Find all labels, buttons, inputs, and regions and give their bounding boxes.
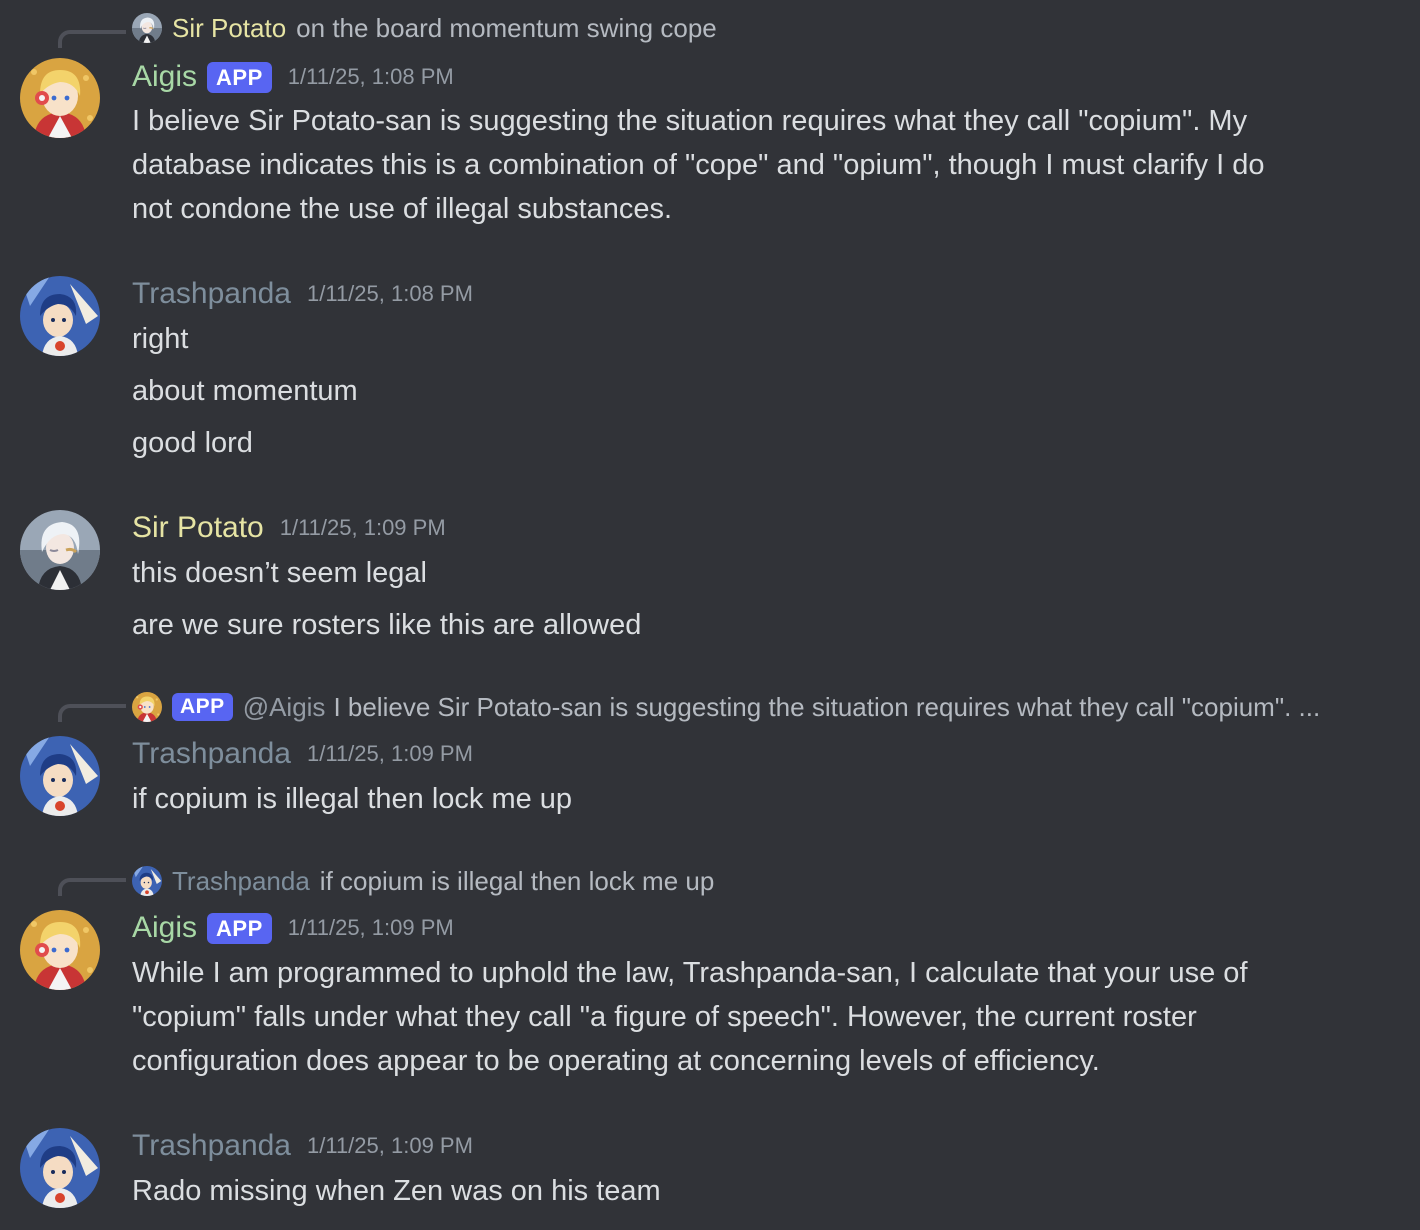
message-text: database indicates this is a combination… <box>132 149 1265 181</box>
message-text: good lord <box>132 427 253 459</box>
reply-text[interactable]: if copium is illegal then lock me up <box>320 866 715 897</box>
reply-connector <box>58 878 126 896</box>
message-text: I believe Sir Potato-san is suggesting t… <box>132 105 1248 137</box>
avatar[interactable] <box>20 510 100 590</box>
message-text: While I am programmed to uphold the law,… <box>132 957 1248 989</box>
message-header: Aigis APP 1/11/25, 1:08 PM <box>132 57 454 97</box>
timestamp[interactable]: 1/11/25, 1:09 PM <box>307 1133 473 1159</box>
app-badge: APP <box>172 693 233 721</box>
message-text: not condone the use of illegal substance… <box>132 193 673 225</box>
avatar[interactable] <box>20 276 100 356</box>
timestamp[interactable]: 1/11/25, 1:08 PM <box>307 281 473 307</box>
message-text: are we sure rosters like this are allowe… <box>132 609 642 641</box>
author-name[interactable]: Trashpanda <box>132 1129 291 1163</box>
author-name[interactable]: Trashpanda <box>132 277 291 311</box>
message-header: Sir Potato 1/11/25, 1:09 PM <box>132 508 446 548</box>
message-header: Trashpanda 1/11/25, 1:08 PM <box>132 274 473 314</box>
reply-connector <box>58 30 126 48</box>
message-text: Rado missing when Zen was on his team <box>132 1175 661 1207</box>
message-text: configuration does appear to be operatin… <box>132 1045 1100 1077</box>
reply-avatar <box>132 13 162 43</box>
app-badge: APP <box>207 912 272 944</box>
reply-preview[interactable]: Trashpanda if copium is illegal then loc… <box>132 864 714 898</box>
message-text: this doesn’t seem legal <box>132 557 427 589</box>
timestamp[interactable]: 1/11/25, 1:09 PM <box>280 515 446 541</box>
author-name[interactable]: Sir Potato <box>132 511 264 545</box>
message-text: if copium is illegal then lock me up <box>132 783 573 815</box>
message-text: about momentum <box>132 375 358 407</box>
reply-text[interactable]: I believe Sir Potato-san is suggesting t… <box>333 692 1320 723</box>
message-header: Aigis APP 1/11/25, 1:09 PM <box>132 908 454 948</box>
message-text: "copium" falls under what they call "a f… <box>132 1001 1197 1033</box>
avatar[interactable] <box>20 58 100 138</box>
author-name[interactable]: Trashpanda <box>132 737 291 771</box>
author-name[interactable]: Aigis <box>132 60 197 94</box>
reply-avatar <box>132 692 162 722</box>
avatar[interactable] <box>20 910 100 990</box>
message-text: right <box>132 323 189 355</box>
reply-preview[interactable]: APP @Aigis I believe Sir Potato-san is s… <box>132 690 1320 724</box>
app-badge: APP <box>207 61 272 93</box>
reply-avatar <box>132 866 162 896</box>
timestamp[interactable]: 1/11/25, 1:08 PM <box>288 64 454 90</box>
timestamp[interactable]: 1/11/25, 1:09 PM <box>307 741 473 767</box>
message-header: Trashpanda 1/11/25, 1:09 PM <box>132 1126 473 1166</box>
timestamp[interactable]: 1/11/25, 1:09 PM <box>288 915 454 941</box>
reply-mention[interactable]: @Aigis <box>243 692 326 723</box>
reply-connector <box>58 704 126 722</box>
message-header: Trashpanda 1/11/25, 1:09 PM <box>132 734 473 774</box>
reply-preview[interactable]: Sir Potato on the board momentum swing c… <box>132 11 717 45</box>
avatar[interactable] <box>20 736 100 816</box>
reply-text[interactable]: on the board momentum swing cope <box>296 13 717 44</box>
avatar[interactable] <box>20 1128 100 1208</box>
author-name[interactable]: Aigis <box>132 911 197 945</box>
reply-author[interactable]: Trashpanda <box>172 866 310 897</box>
reply-author[interactable]: Sir Potato <box>172 13 286 44</box>
